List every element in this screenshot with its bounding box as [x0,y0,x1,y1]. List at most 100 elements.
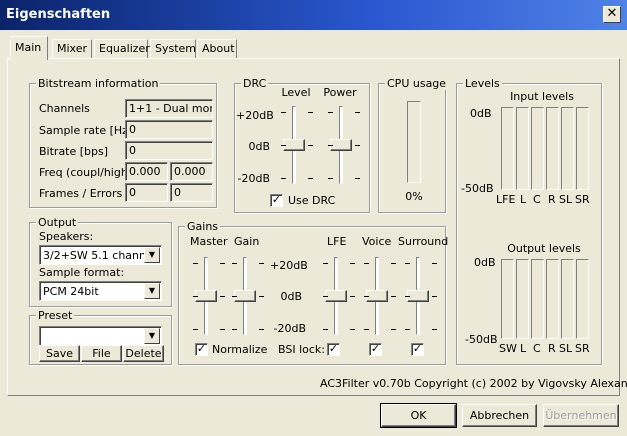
input-meter-l [516,107,529,190]
cancel-button[interactable]: Abbrechen [462,404,537,427]
input-ch-sr: SR [575,193,590,206]
slider-tick [308,178,313,179]
output-meter-c [531,259,544,339]
tab-main[interactable]: Main [10,36,48,60]
slider-tick [432,296,437,297]
properties-dialog: Eigenschaften ✕ Main Mixer Equalizer Sys… [0,0,627,436]
input-ch-sl: SL [559,193,573,206]
tab-system-label: System [155,42,197,55]
drc-level-thumb[interactable] [283,139,305,151]
close-button[interactable]: ✕ [603,6,621,23]
gains-scale-bottom: -20dB [273,322,307,335]
slider-tick [259,263,264,264]
slider-tick [405,329,410,330]
tab-system[interactable]: System [150,39,196,58]
normalize-checkbox[interactable]: ✓ [195,343,208,356]
lfe-thumb[interactable] [325,290,347,302]
preset-title: Preset [36,309,75,322]
tab-mixer[interactable]: Mixer [52,39,92,58]
window-title: Eigenschaften [6,7,111,22]
input-ch-l: L [520,193,527,206]
drc-scale-top: +20dB [236,109,274,122]
input-bottom-label: -50dB [461,182,494,195]
voice-checkbox[interactable]: ✓ [369,343,382,356]
checkmark-icon: ✓ [370,342,381,355]
drc-scale-mid: 0dB [248,140,270,153]
slider-tick [259,329,264,330]
bsi-lock-checkbox[interactable]: ✓ [327,343,340,356]
input-ch-lfe: LFE [496,193,516,206]
preset-save-button[interactable]: Save [39,345,80,362]
surround-label: Surround [398,235,449,248]
chevron-down-icon[interactable]: ▼ [144,283,160,299]
lfe-label: LFE [327,235,347,248]
chevron-down-icon[interactable]: ▼ [144,328,160,344]
freq-label: Freq (coupl/high) [39,166,133,179]
chevron-down-icon[interactable]: ▼ [144,247,160,263]
channels-field: 1+1 - Dual mono [125,99,213,118]
input-meter-sr [576,107,589,190]
tab-about-label: About [202,42,235,55]
checkmark-icon: ✓ [271,193,282,206]
slider-tick [193,263,198,264]
gains-scale-mid: 0dB [280,290,302,303]
format-select[interactable]: PCM 24bit ▼ [39,281,162,301]
input-meter-sl [561,107,574,190]
slider-tick [364,263,369,264]
slider-tick [193,329,198,330]
output-bottom-label: -50dB [465,333,498,346]
checkmark-icon: ✓ [328,342,339,355]
use-drc-checkbox[interactable]: ✓ [270,194,283,207]
use-drc-label: Use DRC [288,194,336,207]
output-ch-l: L [520,342,527,355]
preset-file-button[interactable]: File [81,345,122,362]
tab-about[interactable]: About [197,39,237,58]
slider-tick [281,178,286,179]
master-label: Master [190,235,228,248]
normalize-label: Normalize [212,343,268,356]
cpu-meter [407,101,421,183]
frames-field: 0 [125,183,168,202]
gain-thumb[interactable] [234,290,256,302]
tab-mixer-label: Mixer [57,42,88,55]
output-ch-sr: SR [575,342,590,355]
slider-tick [405,263,410,264]
slider-tick [391,263,396,264]
preset-select[interactable]: ▼ [39,326,162,346]
master-thumb[interactable] [195,290,217,302]
slider-tick [220,263,225,264]
ok-button[interactable]: OK [380,403,457,428]
output-ch-r: R [548,342,556,355]
voice-thumb[interactable] [366,290,388,302]
slider-tick [323,329,328,330]
bitstream-title: Bitstream information [36,77,161,90]
slider-tick [232,329,237,330]
slider-tick [364,329,369,330]
tab-equalizer-label: Equalizer [99,42,150,55]
preset-delete-button[interactable]: Delete [123,345,164,362]
slider-tick [193,296,198,297]
input-meter-lfe [501,107,514,190]
drc-power-thumb[interactable] [330,139,352,151]
slider-tick [350,329,355,330]
output-meter-l [516,259,529,339]
slider-tick [281,112,286,113]
drc-title: DRC [241,77,269,90]
speakers-label: Speakers: [39,230,94,243]
samplerate-field: 0 [125,120,213,139]
voice-label: Voice [362,235,392,248]
slider-tick [405,296,410,297]
apply-button[interactable]: Übernehmen [543,404,619,427]
surround-thumb[interactable] [407,290,429,302]
output-ch-sw: SW [499,342,517,355]
errors-field: 0 [170,183,213,202]
bitrate-field: 0 [125,141,213,160]
surround-checkbox[interactable]: ✓ [411,343,424,356]
tab-equalizer[interactable]: Equalizer [94,39,150,58]
slider-tick [328,178,333,179]
gains-scale-top: +20dB [270,259,308,272]
title-bar[interactable]: Eigenschaften ✕ [0,0,627,30]
output-meter-sl [561,259,574,339]
speakers-select[interactable]: 3/2+SW 5.1 channel ▼ [39,245,162,265]
output-ch-sl: SL [559,342,573,355]
